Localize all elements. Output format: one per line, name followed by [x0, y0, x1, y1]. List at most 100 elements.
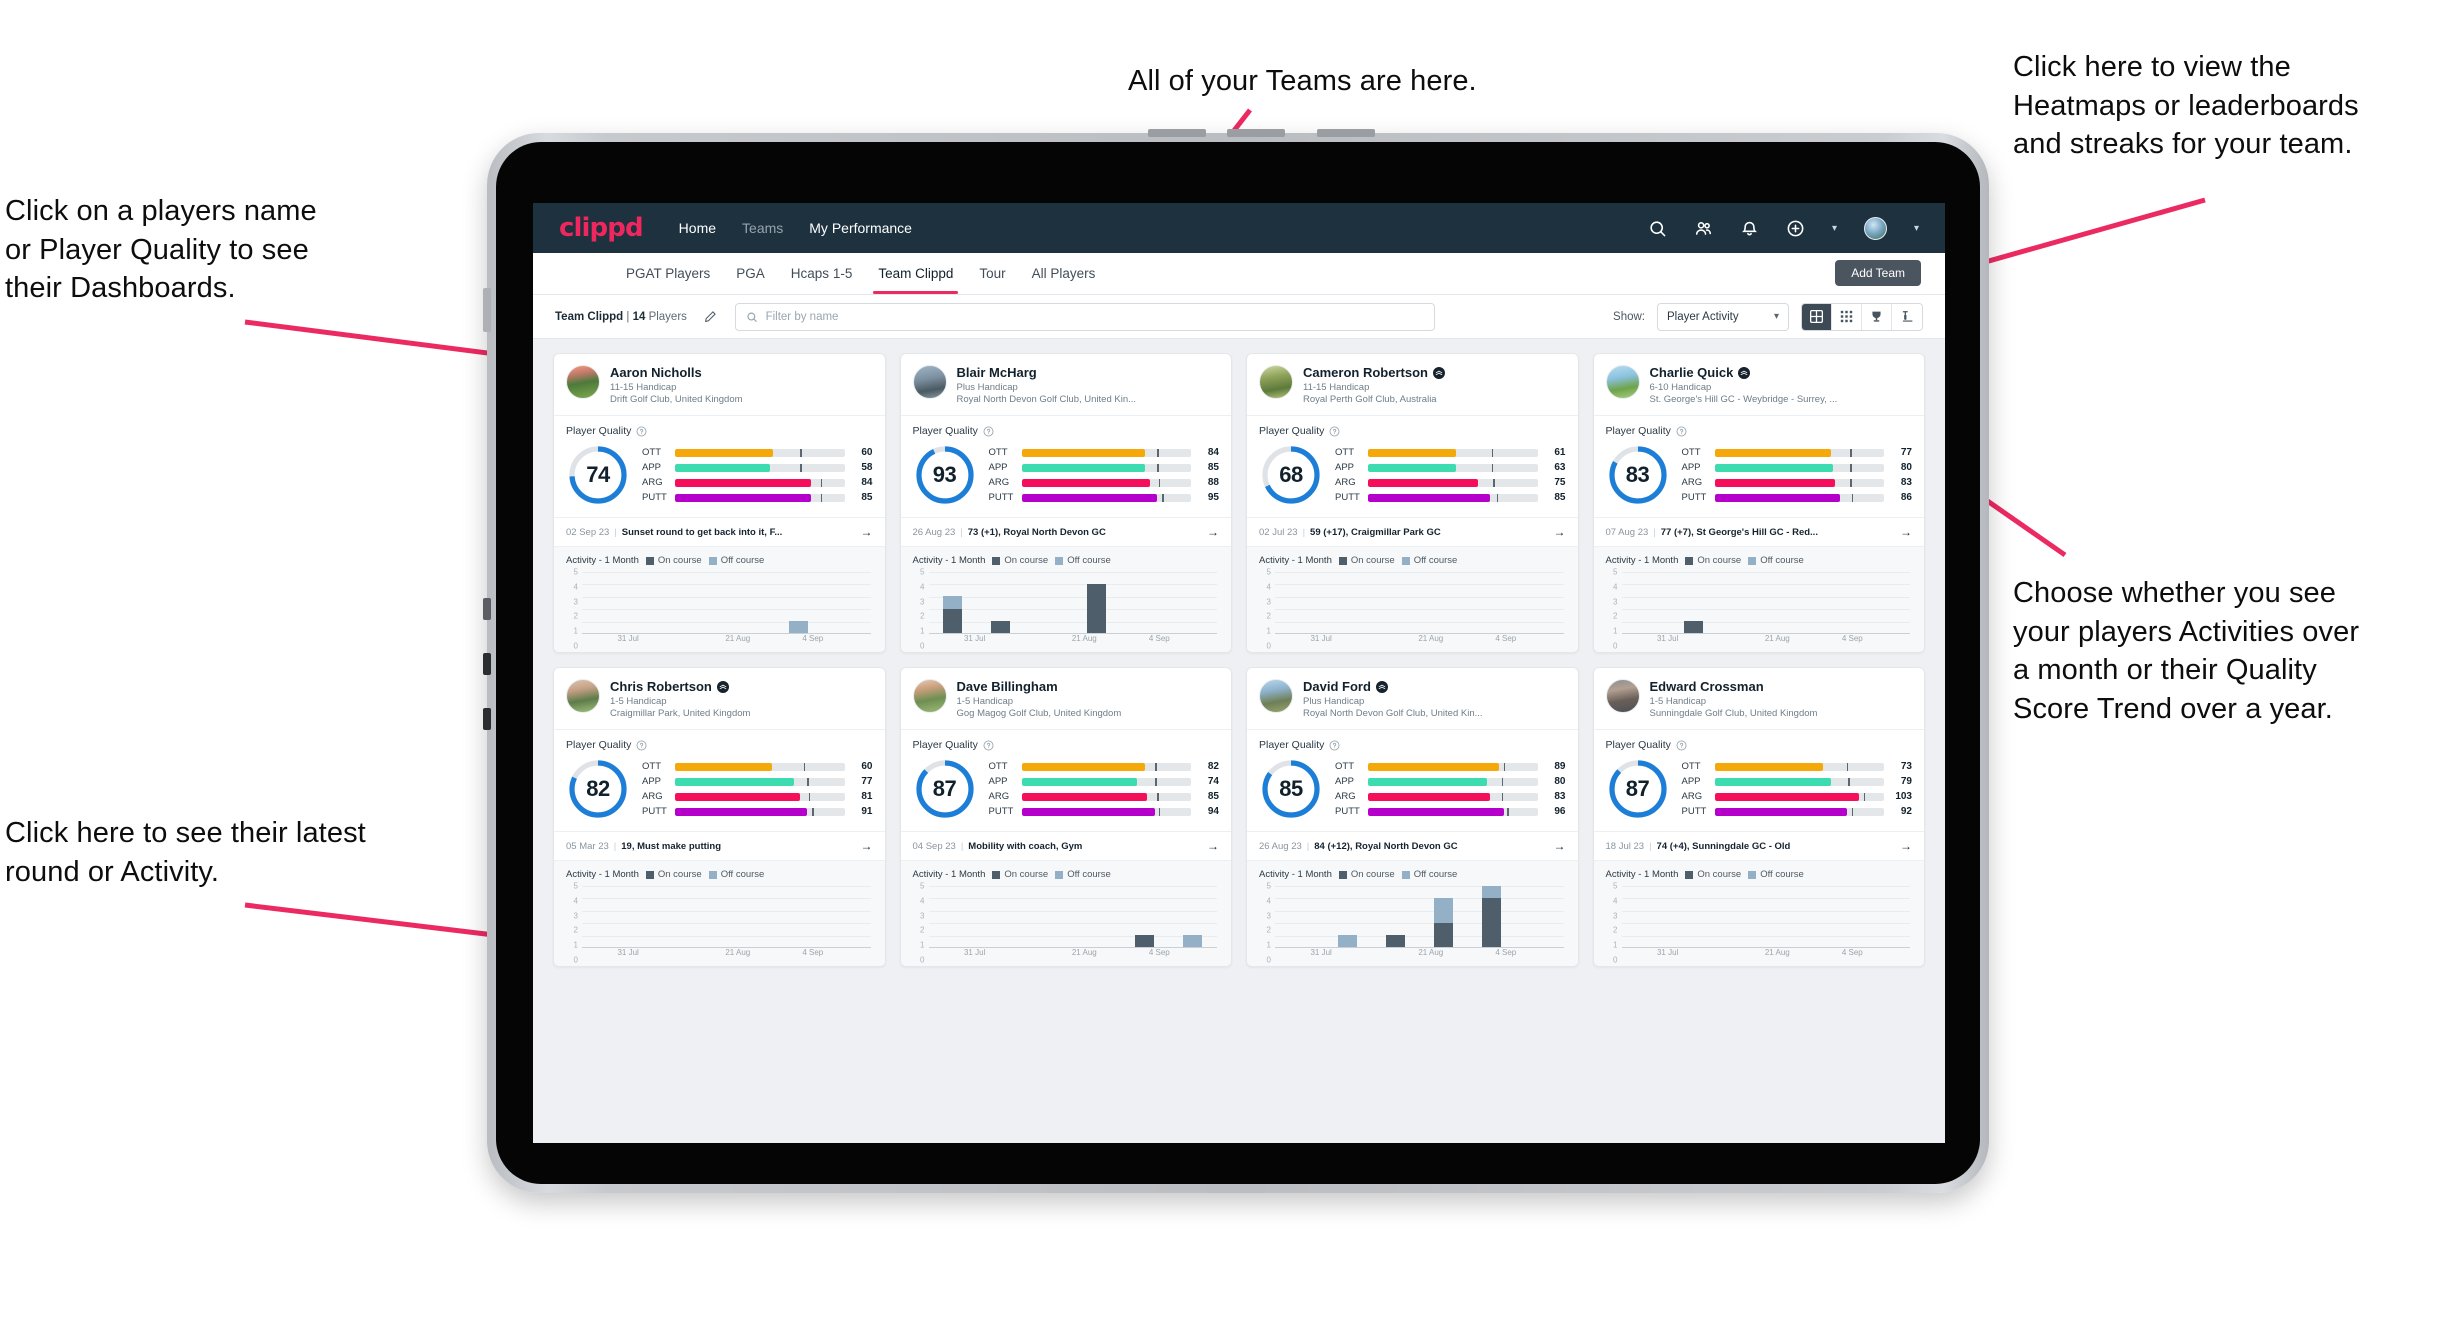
- metric-value: 73: [1900, 761, 1912, 772]
- player-quality-section[interactable]: Player Quality 82 OTT 60 APP 77 ARG 81 P…: [554, 729, 885, 831]
- player-card[interactable]: Edward Crossman 1-5 Handicap Sunningdale…: [1592, 667, 1925, 967]
- player-identity: Edward Crossman 1-5 Handicap Sunningdale…: [1650, 679, 1913, 719]
- latest-activity-row[interactable]: 02 Sep 23 | Sunset round to get back int…: [554, 517, 885, 546]
- arrow-right-icon[interactable]: →: [861, 839, 873, 853]
- player-avatar[interactable]: [912, 365, 947, 399]
- player-card[interactable]: David Ford Plus Handicap Royal North Dev…: [1246, 667, 1579, 967]
- latest-activity-row[interactable]: 18 Jul 23 | 74 (+4), Sunningdale GC - Ol…: [1593, 831, 1924, 860]
- view-button-grid[interactable]: [1832, 303, 1862, 330]
- player-header[interactable]: Dave Billingham 1-5 Handicap Gog Magog G…: [901, 668, 1232, 729]
- player-name[interactable]: Dave Billingham: [957, 679, 1058, 694]
- metric-benchmark-tick: [1493, 478, 1496, 487]
- player-card[interactable]: Dave Billingham 1-5 Handicap Gog Magog G…: [899, 667, 1232, 967]
- help-icon[interactable]: [1329, 740, 1340, 751]
- arrow-right-icon[interactable]: →: [1554, 839, 1566, 853]
- player-card[interactable]: Cameron Robertson 11-15 Handicap Royal P…: [1246, 353, 1579, 653]
- player-avatar[interactable]: [566, 679, 600, 713]
- player-name[interactable]: Charlie Quick: [1650, 365, 1734, 380]
- player-card[interactable]: Blair McHarg Plus Handicap Royal North D…: [899, 353, 1232, 653]
- chevron-down-icon[interactable]: ▾: [1914, 223, 1919, 234]
- arrow-right-icon[interactable]: →: [1900, 839, 1912, 853]
- team-tabs: PGAT Players PGA Hcaps 1-5 Team Clippd T…: [533, 253, 1945, 295]
- nav-item-home[interactable]: Home: [679, 220, 716, 236]
- player-card[interactable]: Aaron Nicholls 11-15 Handicap Drift Golf…: [553, 353, 886, 653]
- help-icon[interactable]: [1329, 426, 1340, 437]
- metric-benchmark-tick: [1848, 777, 1850, 786]
- help-icon[interactable]: [636, 740, 647, 751]
- arrow-right-icon[interactable]: →: [1207, 839, 1219, 853]
- tab-pga[interactable]: PGA: [723, 253, 778, 294]
- player-header[interactable]: Charlie Quick 6-10 Handicap St. George's…: [1594, 354, 1925, 415]
- player-header[interactable]: Chris Robertson 1-5 Handicap Craigmillar…: [554, 668, 885, 729]
- y-axis: 5 4 3 2 1 0: [566, 882, 578, 965]
- bell-icon[interactable]: [1740, 219, 1759, 238]
- latest-activity-row[interactable]: 26 Aug 23 | 73 (+1), Royal North Devon G…: [900, 517, 1231, 546]
- player-card[interactable]: Charlie Quick 6-10 Handicap St. George's…: [1592, 353, 1925, 653]
- player-name[interactable]: Blair McHarg: [957, 365, 1037, 380]
- plus-circle-icon[interactable]: [1786, 219, 1805, 238]
- latest-activity-row[interactable]: 05 Mar 23 | 19, Must make putting →: [554, 831, 885, 860]
- player-name[interactable]: Cameron Robertson: [1303, 365, 1428, 380]
- view-button-streaks[interactable]: [1892, 303, 1922, 330]
- people-icon[interactable]: [1694, 219, 1713, 238]
- player-card[interactable]: Chris Robertson 1-5 Handicap Craigmillar…: [553, 667, 886, 967]
- arrow-right-icon[interactable]: →: [1207, 525, 1219, 539]
- player-header[interactable]: Cameron Robertson 11-15 Handicap Royal P…: [1247, 354, 1578, 415]
- tab-pgat-players[interactable]: PGAT Players: [613, 253, 723, 294]
- player-quality-section[interactable]: Player Quality 83 OTT 77 APP 80 ARG 83 P…: [1593, 415, 1924, 517]
- player-quality-section[interactable]: Player Quality 87 OTT 82 APP 74 ARG 85 P…: [900, 729, 1231, 831]
- player-name[interactable]: Aaron Nicholls: [610, 365, 702, 380]
- player-header[interactable]: Aaron Nicholls 11-15 Handicap Drift Golf…: [554, 354, 885, 415]
- edit-team-button[interactable]: [699, 305, 723, 329]
- latest-activity-row[interactable]: 04 Sep 23 | Mobility with coach, Gym →: [900, 831, 1231, 860]
- help-icon[interactable]: [1676, 426, 1687, 437]
- search-box[interactable]: [734, 302, 1435, 331]
- latest-activity-row[interactable]: 26 Aug 23 | 84 (+12), Royal North Devon …: [1247, 831, 1578, 860]
- tab-tour[interactable]: Tour: [966, 253, 1018, 294]
- avatar[interactable]: [1863, 216, 1887, 240]
- player-avatar[interactable]: [1605, 679, 1640, 713]
- view-button-cards[interactable]: [1802, 303, 1832, 330]
- arrow-right-icon[interactable]: →: [1554, 525, 1566, 539]
- metric-benchmark-tick: [1158, 807, 1161, 816]
- player-avatar[interactable]: [566, 365, 600, 399]
- help-icon[interactable]: [1676, 740, 1687, 751]
- player-quality-section[interactable]: Player Quality 93 OTT 84 APP 85 ARG 88 P…: [900, 415, 1231, 517]
- search-input[interactable]: [765, 310, 1424, 323]
- add-team-button[interactable]: Add Team: [1835, 260, 1921, 286]
- y-tick-label: 0: [573, 955, 578, 965]
- tab-all-players[interactable]: All Players: [1019, 253, 1109, 294]
- player-name[interactable]: David Ford: [1303, 679, 1371, 694]
- tab-hcaps-1-5[interactable]: Hcaps 1-5: [778, 253, 866, 294]
- search-icon[interactable]: [1648, 219, 1667, 238]
- x-tick-label: 21 Aug: [1418, 948, 1444, 957]
- player-header[interactable]: Blair McHarg Plus Handicap Royal North D…: [901, 354, 1232, 415]
- tab-team-clippd[interactable]: Team Clippd: [865, 253, 966, 294]
- player-avatar[interactable]: [1605, 365, 1640, 399]
- player-quality-section[interactable]: Player Quality 85 OTT 89 APP 80 ARG 83 P…: [1247, 729, 1578, 831]
- player-header[interactable]: Edward Crossman 1-5 Handicap Sunningdale…: [1594, 668, 1925, 729]
- help-icon[interactable]: [636, 426, 647, 437]
- player-quality-section[interactable]: Player Quality 87 OTT 73 APP 79 ARG 103 …: [1593, 729, 1924, 831]
- nav-item-teams[interactable]: Teams: [742, 220, 783, 236]
- metric-label: APP: [988, 776, 1008, 787]
- help-icon[interactable]: [983, 426, 994, 437]
- latest-activity-row[interactable]: 07 Aug 23 | 77 (+7), St George's Hill GC…: [1593, 517, 1924, 546]
- nav-item-my-performance[interactable]: My Performance: [809, 220, 912, 236]
- player-avatar[interactable]: [912, 679, 947, 713]
- player-avatar[interactable]: [1259, 365, 1293, 399]
- player-name[interactable]: Edward Crossman: [1650, 679, 1764, 694]
- help-icon[interactable]: [983, 740, 994, 751]
- latest-activity-row[interactable]: 02 Jul 23 | 59 (+17), Craigmillar Park G…: [1247, 517, 1578, 546]
- player-quality-section[interactable]: Player Quality 74 OTT 60 APP 58 ARG 84 P…: [554, 415, 885, 517]
- player-quality-section[interactable]: Player Quality 68 OTT 61 APP 63 ARG 75 P…: [1247, 415, 1578, 517]
- arrow-right-icon[interactable]: →: [861, 525, 873, 539]
- show-select[interactable]: Player Activity ▾: [1657, 302, 1789, 331]
- player-avatar[interactable]: [1259, 679, 1293, 713]
- clippd-logo[interactable]: clippd: [559, 213, 644, 243]
- chevron-down-icon[interactable]: ▾: [1832, 223, 1837, 234]
- arrow-right-icon[interactable]: →: [1900, 525, 1912, 539]
- player-header[interactable]: David Ford Plus Handicap Royal North Dev…: [1247, 668, 1578, 729]
- player-name[interactable]: Chris Robertson: [610, 679, 712, 694]
- view-button-leaderboard[interactable]: [1862, 303, 1892, 330]
